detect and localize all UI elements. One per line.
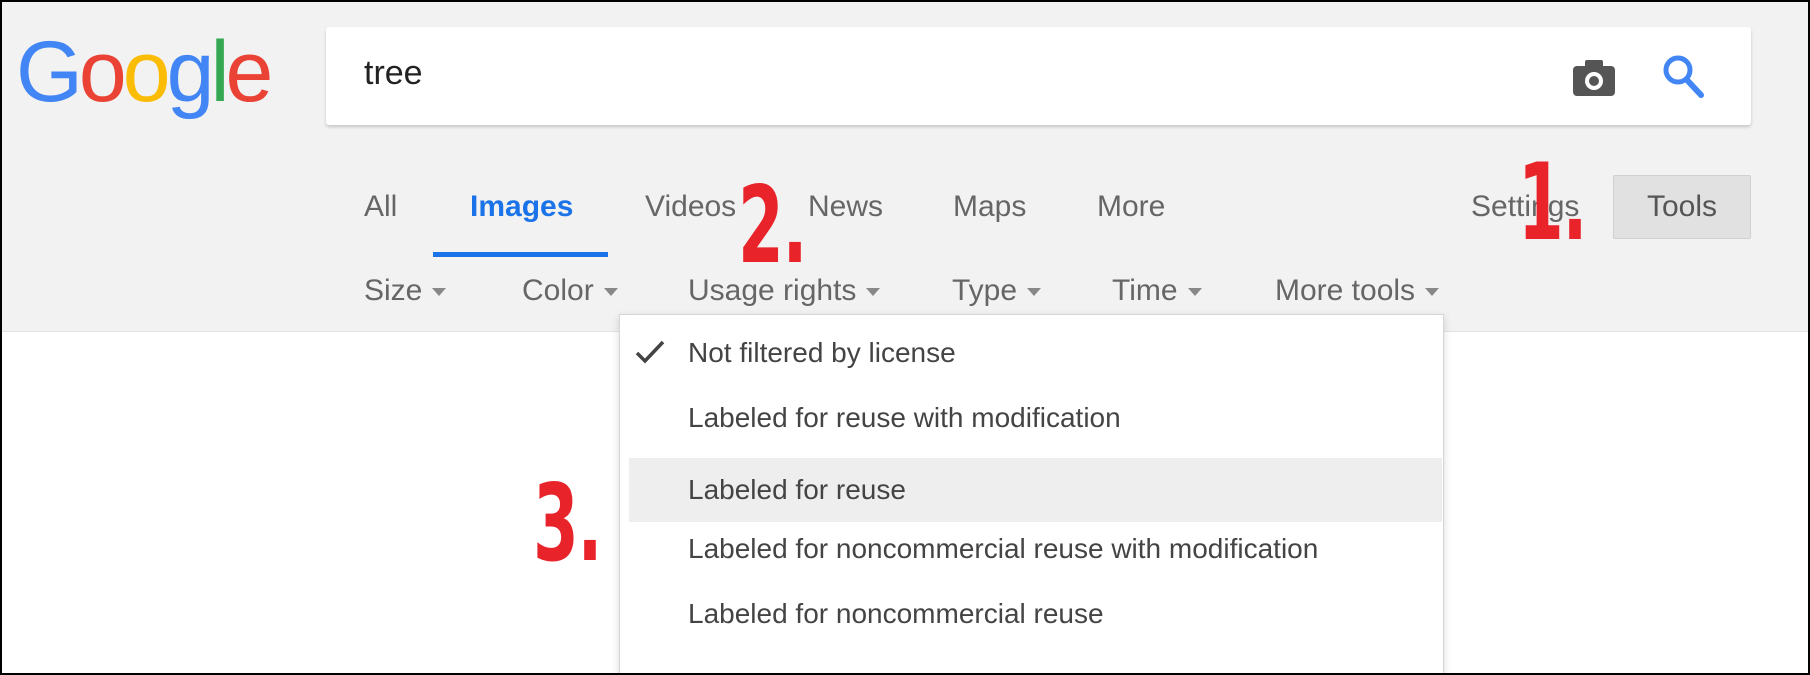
dropdown-arrow-icon xyxy=(1027,288,1042,297)
color-filter-label: Color xyxy=(522,274,594,307)
menu-item-reuse-with-modification[interactable]: Labeled for reuse with modification xyxy=(620,386,1442,450)
annotation-step-1: 1. xyxy=(1518,141,1587,264)
annotation-step-2: 2. xyxy=(738,164,807,287)
tab-maps[interactable]: Maps xyxy=(953,190,1026,224)
time-filter[interactable]: Time xyxy=(1112,274,1202,308)
menu-item-label: Not filtered by license xyxy=(688,337,956,368)
dropdown-arrow-icon xyxy=(866,288,881,297)
logo-letter: l xyxy=(210,24,229,120)
menu-item-label: Labeled for reuse xyxy=(688,474,906,505)
dropdown-arrow-icon xyxy=(1187,288,1202,297)
tab-more[interactable]: More xyxy=(1097,190,1165,224)
tab-images[interactable]: Images xyxy=(470,190,573,224)
tab-news[interactable]: News xyxy=(808,190,883,224)
menu-item-not-filtered[interactable]: Not filtered by license xyxy=(620,321,1442,385)
camera-icon[interactable] xyxy=(1571,58,1617,98)
size-filter-label: Size xyxy=(364,274,423,307)
menu-item-reuse[interactable]: Labeled for reuse xyxy=(629,458,1442,522)
search-box[interactable]: tree xyxy=(326,27,1751,125)
more-tools-filter[interactable]: More tools xyxy=(1275,274,1440,308)
tab-all[interactable]: All xyxy=(364,190,397,224)
type-filter-label: Type xyxy=(952,274,1018,307)
search-input[interactable]: tree xyxy=(364,54,423,93)
dropdown-arrow-icon xyxy=(432,288,447,297)
logo-letter: G xyxy=(16,24,83,120)
time-filter-label: Time xyxy=(1112,274,1178,307)
logo-letter: g xyxy=(166,24,215,120)
dropdown-arrow-icon xyxy=(1425,288,1440,297)
size-filter[interactable]: Size xyxy=(364,274,447,308)
usage-rights-menu: Not filtered by license Labeled for reus… xyxy=(619,314,1444,673)
google-logo[interactable]: Google xyxy=(16,22,274,122)
logo-letter: o xyxy=(122,24,171,120)
menu-item-noncommercial-reuse-with-modification[interactable]: Labeled for noncommercial reuse with mod… xyxy=(620,517,1442,581)
menu-item-label: Labeled for noncommercial reuse with mod… xyxy=(688,533,1319,564)
logo-letter: e xyxy=(225,24,274,120)
screenshot-frame: Google tree All Images Videos News Maps … xyxy=(0,0,1810,675)
menu-item-noncommercial-reuse[interactable]: Labeled for noncommercial reuse xyxy=(620,582,1442,646)
logo-letter: o xyxy=(78,24,127,120)
menu-item-label: Labeled for reuse with modification xyxy=(688,402,1121,433)
search-icon[interactable] xyxy=(1661,53,1705,99)
dropdown-arrow-icon xyxy=(603,288,618,297)
checkmark-icon xyxy=(635,340,665,364)
annotation-step-3: 3. xyxy=(533,462,602,585)
menu-item-label: Labeled for noncommercial reuse xyxy=(688,598,1104,629)
tools-button[interactable]: Tools xyxy=(1613,175,1751,239)
active-tab-indicator xyxy=(433,252,608,257)
more-tools-filter-label: More tools xyxy=(1275,274,1416,307)
tab-videos[interactable]: Videos xyxy=(645,190,736,224)
type-filter[interactable]: Type xyxy=(952,274,1042,308)
color-filter[interactable]: Color xyxy=(522,274,618,308)
